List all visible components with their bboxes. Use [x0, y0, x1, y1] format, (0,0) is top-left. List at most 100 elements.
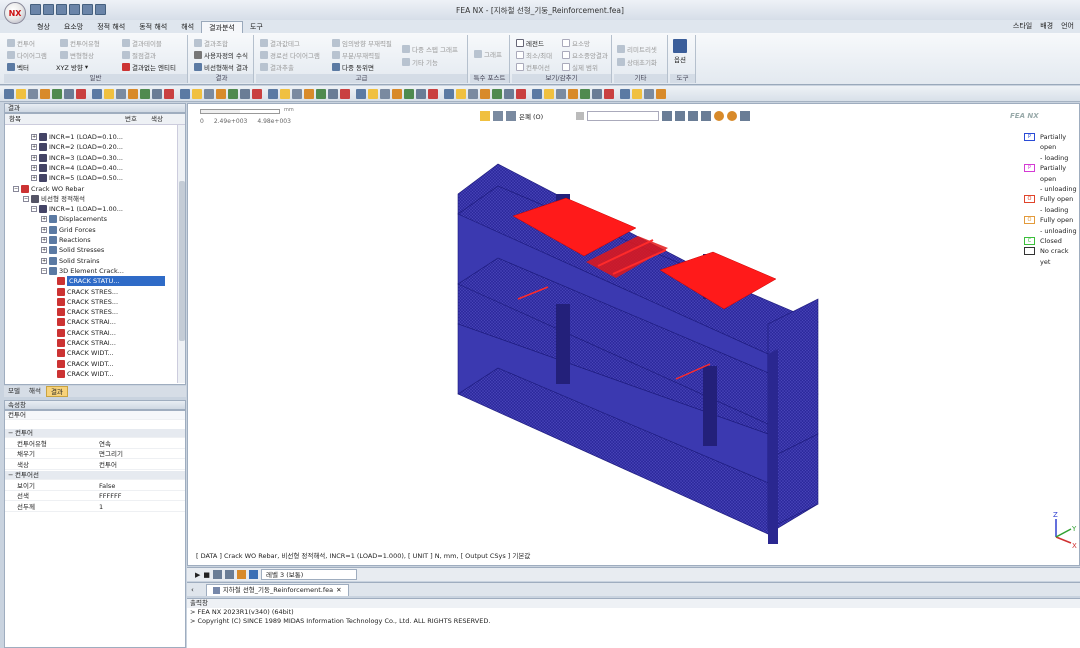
tree-item[interactable]: + INCR=1 (LOAD=0.10... — [31, 132, 123, 142]
toolbar-tool-icon[interactable] — [392, 88, 402, 99]
toolbar-tool-icon[interactable] — [140, 88, 150, 99]
toolbar-tool-icon[interactable] — [568, 88, 578, 99]
new-file-icon[interactable] — [30, 4, 41, 15]
multi-step-graph-button[interactable]: 다중 스텝 그래프 — [402, 44, 458, 54]
toolbar-tool-icon[interactable] — [104, 88, 114, 99]
tab-prev-icon[interactable]: ‹ — [191, 586, 194, 594]
actual-range-checkbox[interactable]: 실제 범위 — [562, 62, 598, 72]
other-functions-button[interactable]: 기타 기능 — [402, 57, 438, 67]
toolbar-tool-icon[interactable] — [580, 88, 590, 99]
pin-icon[interactable] — [740, 111, 751, 121]
tree-item[interactable]: − INCR=1 (LOAD=1.00... — [31, 204, 123, 214]
result-tag-button[interactable]: 결과값테그 — [260, 38, 300, 48]
toolbar-tool-icon[interactable] — [428, 88, 438, 99]
tree-item[interactable]: CRACK WIDT... — [57, 359, 114, 369]
tree-item[interactable]: CRACK WIDT... — [57, 348, 114, 358]
result-combo-button[interactable]: 결과조합 — [194, 38, 228, 48]
toolbar-tool-icon[interactable] — [340, 88, 350, 99]
result-table-button[interactable]: 결과테이블 — [122, 38, 162, 48]
select-node-icon[interactable] — [662, 111, 673, 121]
expand-toggle-icon[interactable]: + — [31, 144, 37, 151]
property-value[interactable]: 면그리기 — [99, 450, 123, 459]
col-item[interactable]: 항목 — [9, 114, 21, 124]
help-icon[interactable] — [714, 111, 725, 121]
toolbar-tool-icon[interactable] — [368, 88, 378, 99]
col-color[interactable]: 색상 — [151, 114, 163, 124]
toolbar-tool-icon[interactable] — [92, 88, 102, 99]
toolbar-tool-icon[interactable] — [292, 88, 302, 99]
tree-item[interactable]: + Displacements — [41, 214, 107, 224]
open-file-icon[interactable] — [43, 4, 54, 15]
toolbar-tool-icon[interactable] — [268, 88, 278, 99]
language-menu[interactable]: 언어 — [1061, 21, 1074, 31]
toolbar-tool-icon[interactable] — [492, 88, 502, 99]
collapse-icon[interactable]: − — [8, 429, 13, 438]
property-value[interactable]: FFFFFF — [99, 492, 121, 501]
redo-icon[interactable] — [95, 4, 106, 15]
min-max-checkbox[interactable]: 최소/최대 — [516, 50, 552, 60]
tree-item[interactable]: + INCR=2 (LOAD=0.20... — [31, 142, 123, 152]
toolbar-tool-icon[interactable] — [444, 88, 454, 99]
property-value[interactable]: 1 — [99, 503, 103, 512]
settings-icon[interactable] — [225, 570, 235, 579]
vector-button[interactable]: 벡터 — [7, 62, 29, 72]
expand-toggle-icon[interactable]: + — [41, 237, 47, 243]
toolbar-tool-icon[interactable] — [76, 88, 86, 99]
tree-scroll-thumb[interactable] — [179, 181, 185, 341]
tree-item[interactable]: CRACK WIDT... — [57, 369, 114, 379]
filter-dropdown-icon[interactable] — [576, 112, 585, 120]
toolbar-tool-icon[interactable] — [192, 88, 202, 99]
step-down-icon[interactable] — [249, 570, 259, 579]
toolbar-tool-icon[interactable] — [632, 88, 642, 99]
toolbar-tool-icon[interactable] — [240, 88, 250, 99]
render-mode-icon[interactable] — [480, 111, 490, 121]
property-row[interactable]: 선두께 1 — [5, 503, 185, 512]
filter-select[interactable] — [587, 111, 660, 121]
toolbar-tool-icon[interactable] — [228, 88, 238, 99]
tab-model[interactable]: 모델 — [4, 386, 24, 397]
iso-member-force-button[interactable]: 임의방향 부재력필 — [332, 38, 392, 48]
property-row[interactable]: 보이기 False — [5, 482, 185, 491]
element-center-checkbox[interactable]: 요소중앙결과 — [562, 50, 608, 60]
options-button[interactable]: 옵션 — [673, 39, 687, 64]
stop-icon[interactable]: ■ — [203, 571, 210, 579]
expand-toggle-icon[interactable]: − — [31, 206, 37, 213]
nonlinear-result-button[interactable]: 비선형해석 결과 — [194, 62, 248, 72]
contour-button[interactable]: 컨투어 — [7, 38, 35, 48]
legend-checkbox[interactable]: 레전드 — [516, 38, 544, 48]
tab-tools[interactable]: 도구 — [243, 21, 270, 33]
perspective-icon[interactable] — [506, 111, 516, 121]
expand-toggle-icon[interactable]: + — [41, 226, 47, 233]
mesh-checkbox[interactable]: 요소망 — [562, 38, 590, 48]
tree-item[interactable]: + INCR=4 (LOAD=0.40... — [31, 163, 123, 173]
tree-item[interactable]: + Grid Forces — [41, 225, 96, 235]
result-extract-button[interactable]: 결과추출 — [260, 62, 294, 72]
tab-static[interactable]: 정적 해석 — [90, 21, 132, 33]
limit-reset-button[interactable]: 리미트리셋 — [617, 44, 657, 54]
toolbar-tool-icon[interactable] — [216, 88, 226, 99]
tree-item[interactable]: + Solid Stresses — [41, 245, 104, 255]
toolbar-tool-icon[interactable] — [64, 88, 74, 99]
tab-analysis-tree[interactable]: 해석 — [25, 386, 45, 397]
close-tab-icon[interactable]: ✕ — [336, 585, 341, 596]
tab-analysis[interactable]: 해석 — [174, 21, 201, 33]
property-value[interactable]: 연속 — [99, 440, 111, 449]
select-face-icon[interactable] — [688, 111, 699, 121]
model-viewport[interactable]: mm 0 2.49e+003 4.98e+003 은폐 (O) FEA NX P… — [187, 103, 1080, 566]
xyz-direction-select[interactable]: XYZ 방향 ▾ — [56, 62, 88, 72]
toolbar-tool-icon[interactable] — [164, 88, 174, 99]
collapse-icon[interactable]: − — [8, 471, 13, 480]
tree-item[interactable]: CRACK STRAI... — [57, 338, 116, 348]
undo-icon[interactable] — [82, 4, 93, 15]
toolbar-tool-icon[interactable] — [592, 88, 602, 99]
tree-item[interactable]: CRACK STRES... — [57, 297, 118, 307]
toolbar-tool-icon[interactable] — [656, 88, 666, 99]
select-element-icon[interactable] — [675, 111, 686, 121]
user-formula-button[interactable]: 사용자정의 수식 — [194, 50, 248, 60]
document-tab[interactable]: 지하철 선형_기둥_Reinforcement.fea ✕ — [205, 583, 349, 596]
save-icon[interactable] — [56, 4, 67, 15]
expand-toggle-icon[interactable]: + — [41, 257, 47, 264]
speed-select[interactable]: 레벨 3 (보통) — [261, 569, 358, 580]
toolbar-tool-icon[interactable] — [28, 88, 38, 99]
expand-toggle-icon[interactable]: − — [13, 185, 19, 192]
